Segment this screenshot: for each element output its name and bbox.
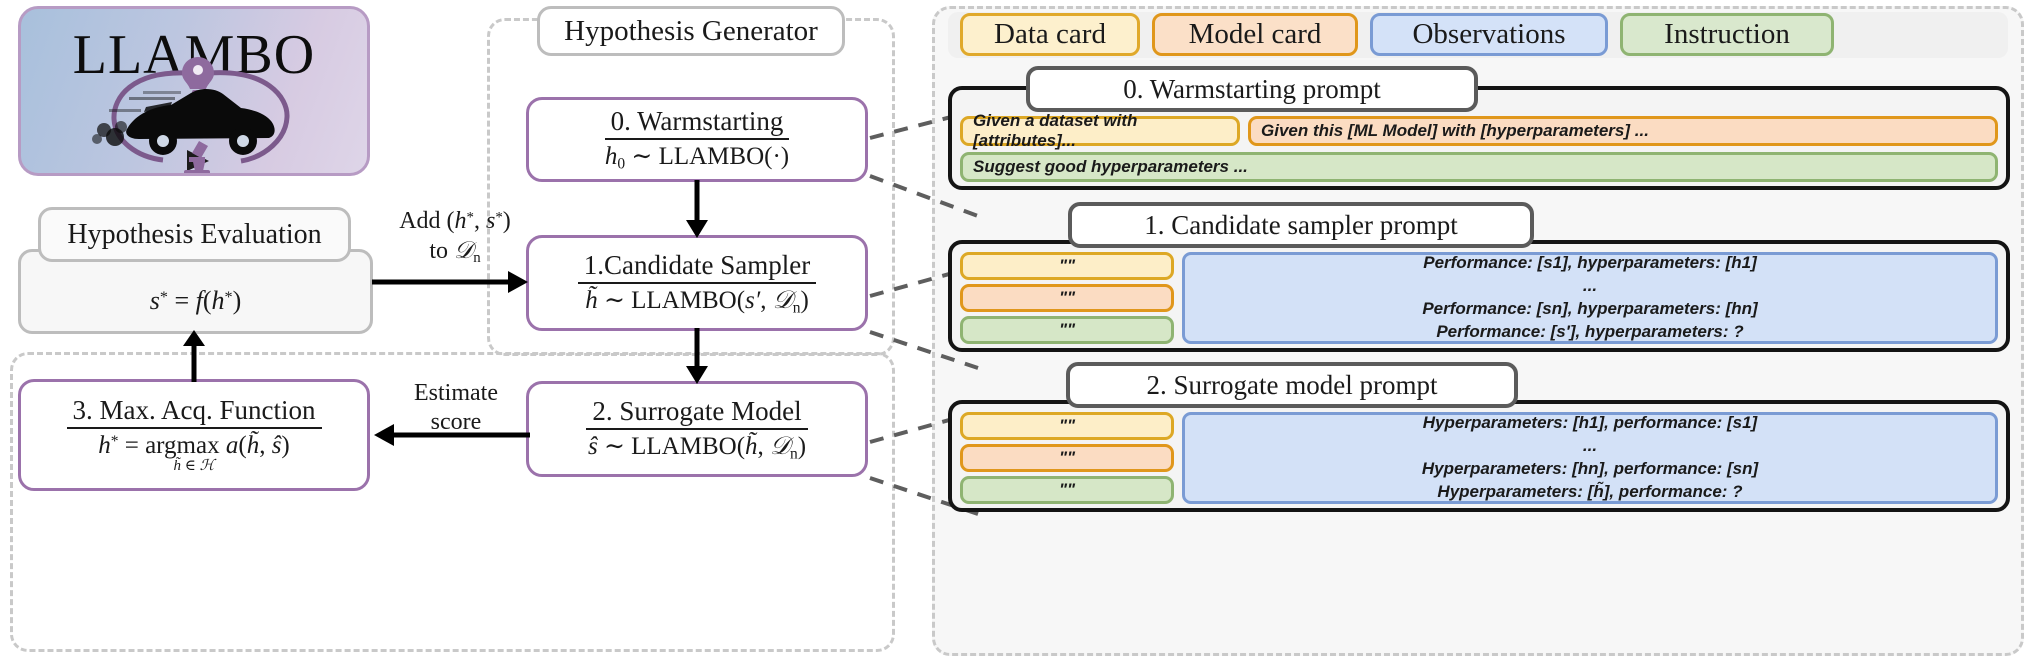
max-acq-title: 3. Max. Acq. Function (66, 395, 322, 430)
legend-observations[interactable]: Observations (1370, 13, 1608, 56)
arrow-eval-to-sampler (372, 271, 528, 293)
hypothesis-generator-title: Hypothesis Generator (537, 6, 845, 56)
warmstarting-title: 0. Warmstarting (604, 106, 790, 141)
warmstarting-data-card-chip[interactable]: Given a dataset with [attributes]... (960, 111, 1240, 150)
max-acq-constraint: h̃ ∈ ℋ (173, 458, 215, 475)
step-surrogate-model[interactable]: 2. Surrogate Model ŝ ∼ LLAMBO(h̃, 𝒟n) (526, 381, 868, 477)
candidate-sampler-prompt-title: 1. Candidate sampler prompt (1068, 202, 1534, 248)
arrow-maxacq-to-eval (183, 330, 205, 382)
logo-illustration (92, 57, 290, 173)
surrogate-instruction-chip[interactable]: "" (960, 476, 1174, 504)
add-label-line2: to 𝒟n (429, 238, 481, 267)
step-candidate-sampler[interactable]: 1.Candidate Sampler h̃ ∼ LLAMBO(s′, 𝒟n) (526, 235, 868, 331)
step-warmstarting[interactable]: 0. Warmstarting h0 ∼ LLAMBO(·) (526, 97, 868, 182)
legend-instruction[interactable]: Instruction (1620, 13, 1834, 56)
llambo-logo: LLAMBO (18, 6, 370, 176)
surrogate-model-title: 2. Surrogate Model (586, 396, 808, 430)
edge-label-estimate-score: Estimate score (414, 380, 498, 435)
max-acq-formula: h* = argmax a(h̃, ŝ) (98, 432, 290, 460)
arrow-warmstart-to-sampler (686, 180, 708, 238)
candidate-model-card-chip[interactable]: "" (960, 284, 1174, 312)
candidate-sampler-formula: h̃ ∼ LLAMBO(s′, 𝒟n) (585, 286, 809, 317)
surrogate-observations-chip[interactable]: Hyperparameters: [h1], performance: [s1]… (1182, 412, 1998, 504)
surrogate-model-formula: ŝ ∼ LLAMBO(h̃, 𝒟n) (587, 432, 807, 463)
surrogate-model-prompt-title: 2. Surrogate model prompt (1066, 362, 1518, 408)
candidate-data-card-chip[interactable]: "" (960, 252, 1174, 280)
edge-label-add-to-dataset: Add (h*, s*) to 𝒟n (385, 206, 525, 268)
add-label-line1: Add (h*, s*) (399, 208, 511, 234)
candidate-sampler-title: 1.Candidate Sampler (577, 250, 817, 284)
warmstarting-prompt-title: 0. Warmstarting prompt (1026, 66, 1478, 112)
warmstarting-formula: h0 ∼ LLAMBO(·) (604, 143, 790, 173)
warmstarting-instruction-chip[interactable]: Suggest good hyperparameters ... (960, 152, 1998, 182)
surrogate-model-card-chip[interactable]: "" (960, 444, 1174, 472)
hypothesis-evaluation-title: Hypothesis Evaluation (38, 207, 351, 262)
candidate-observations-chip[interactable]: Performance: [s1], hyperparameters: [h1]… (1182, 252, 1998, 344)
legend-data-card[interactable]: Data card (960, 13, 1140, 56)
candidate-instruction-chip[interactable]: "" (960, 316, 1174, 344)
surrogate-data-card-chip[interactable]: "" (960, 412, 1174, 440)
legend-model-card[interactable]: Model card (1152, 13, 1358, 56)
arrow-sampler-to-surrogate (686, 328, 708, 384)
hypothesis-evaluation-formula: s* = f(h*) (149, 286, 242, 315)
step-max-acq-function[interactable]: 3. Max. Acq. Function h* = argmax a(h̃, … (18, 379, 370, 491)
warmstarting-model-card-chip[interactable]: Given this [ML Model] with [hyperparamet… (1248, 116, 1998, 146)
